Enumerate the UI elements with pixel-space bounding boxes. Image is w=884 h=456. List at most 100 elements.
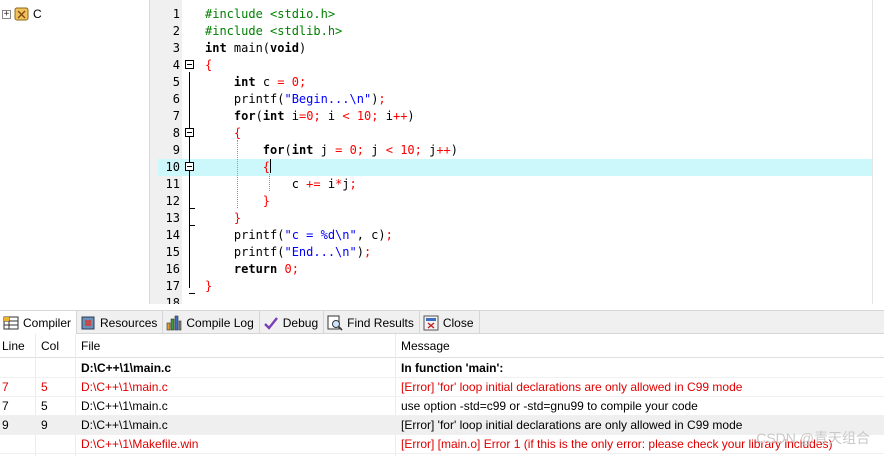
code-line[interactable]: 7 for(int i=0; i < 10; i++) xyxy=(158,108,884,125)
code-line[interactable]: 3 int main(void) xyxy=(158,40,884,57)
ide-window: + C 1 #include <stdio.h> 2 #include <stdlib… xyxy=(0,0,884,456)
code-text: int c = 0; xyxy=(233,75,307,89)
code-line[interactable]: 11 c += i*j; xyxy=(158,176,884,193)
code-text: } xyxy=(205,279,213,293)
code-text: for(int i=0; i < 10; i++) xyxy=(233,109,415,123)
project-icon xyxy=(14,7,29,21)
code-text: for(int j = 0; j < 10; j++) xyxy=(262,143,459,157)
fold-collapse-icon[interactable] xyxy=(185,60,194,69)
cell-message: In function 'main': xyxy=(401,361,504,375)
indent-guide xyxy=(237,140,238,208)
code-line[interactable]: 2 #include <stdlib.h> xyxy=(158,23,884,40)
code-editor[interactable]: 1 #include <stdio.h> 2 #include <stdlib.h> 3… xyxy=(158,0,884,304)
tab-resources[interactable]: Resources xyxy=(77,311,164,334)
line-number: 1 xyxy=(172,7,180,21)
cell-line: 7 xyxy=(2,380,9,394)
line-number: 7 xyxy=(172,109,180,123)
code-line[interactable]: 18 xyxy=(158,295,884,304)
resources-icon xyxy=(81,316,95,329)
line-number: 18 xyxy=(165,296,180,304)
indent-guide xyxy=(269,174,270,191)
code-text: #include <stdio.h> xyxy=(205,7,336,21)
cell-message: use option -std=c99 or -std=gnu99 to com… xyxy=(401,399,698,413)
cell-col: 5 xyxy=(41,399,48,413)
bottom-panel-tabs: Compiler Resources Compile Log Debug Fin… xyxy=(0,310,884,334)
find-results-icon xyxy=(327,315,343,331)
fold-end-mark xyxy=(189,293,195,294)
watermark: CSDN @青天组合 xyxy=(756,430,870,446)
code-line[interactable]: 16 return 0; xyxy=(158,261,884,278)
line-number: 2 xyxy=(172,24,180,38)
vertical-splitter[interactable] xyxy=(150,0,158,304)
code-text: } xyxy=(233,211,242,225)
line-number: 6 xyxy=(172,92,180,106)
code-line[interactable]: 1 #include <stdio.h> xyxy=(158,6,884,23)
cell-col: 9 xyxy=(41,418,48,432)
expand-plus-icon[interactable]: + xyxy=(2,9,11,19)
tab-label: Find Results xyxy=(347,315,414,330)
compiler-messages-table: Line Col File Message D:\C++\1\main.c In … xyxy=(0,334,884,456)
cell-line: 9 xyxy=(2,418,9,432)
fold-collapse-icon[interactable] xyxy=(185,128,194,137)
code-text: int main(void) xyxy=(205,41,307,55)
cell-file: D:\C++\1\Makefile.win xyxy=(81,437,199,451)
line-number: 15 xyxy=(165,245,180,259)
header-line[interactable]: Line xyxy=(2,337,25,356)
line-number: 3 xyxy=(172,41,180,55)
cell-file: D:\C++\1\main.c xyxy=(81,399,168,413)
line-number: 13 xyxy=(165,211,180,225)
table-row[interactable]: 7 5 D:\C++\1\main.c use option -std=c99 or … xyxy=(0,397,884,416)
code-text: printf("End...\n"); xyxy=(205,245,372,259)
project-tree-item[interactable]: + C xyxy=(2,6,42,22)
code-text: { xyxy=(233,126,242,140)
code-line[interactable]: 15 printf("End...\n"); xyxy=(158,244,884,261)
cell-message: [Error] 'for' loop initial declarations … xyxy=(401,380,743,394)
code-text: #include <stdlib.h> xyxy=(205,24,343,38)
tab-find-results[interactable]: Find Results xyxy=(324,311,420,334)
fold-line xyxy=(189,72,190,288)
code-line[interactable]: 10 { xyxy=(158,159,884,176)
project-tree-panel: + C xyxy=(0,0,150,304)
header-col[interactable]: Col xyxy=(41,337,59,356)
tab-debug[interactable]: Debug xyxy=(260,311,325,334)
table-row[interactable]: 9 9 D:\C++\1\main.c [Error] 'for' loop init… xyxy=(0,416,884,435)
code-text: { xyxy=(262,159,272,174)
code-line[interactable]: 12 } xyxy=(158,193,884,210)
code-text: c += i*j; xyxy=(205,177,357,191)
header-message[interactable]: Message xyxy=(401,337,450,356)
compile-log-bars-icon xyxy=(167,315,182,330)
cell-file: D:\C++\1\main.c xyxy=(81,418,168,432)
header-file[interactable]: File xyxy=(81,337,100,356)
code-line[interactable]: 9 for(int j = 0; j < 10; j++) xyxy=(158,142,884,159)
tab-compiler[interactable]: Compiler xyxy=(0,311,78,334)
code-line[interactable]: 5 int c = 0; xyxy=(158,74,884,91)
line-number: 4 xyxy=(172,58,180,72)
line-number: 8 xyxy=(172,126,180,140)
fold-end-mark xyxy=(189,208,195,209)
tab-label: Resources xyxy=(100,315,158,330)
code-line[interactable]: 17} xyxy=(158,278,884,295)
editor-vertical-scrollbar[interactable] xyxy=(872,0,884,304)
code-line[interactable]: 8 { xyxy=(158,125,884,142)
tab-compile-log[interactable]: Compile Log xyxy=(163,311,260,334)
code-line[interactable]: 14 printf("c = %d\n", c); xyxy=(158,227,884,244)
code-line[interactable]: 13 } xyxy=(158,210,884,227)
tab-close[interactable]: Close xyxy=(420,311,480,334)
table-row[interactable]: D:\C++\1\main.c In function 'main': xyxy=(0,359,884,378)
line-number: 9 xyxy=(172,143,180,157)
project-name: C xyxy=(33,7,42,21)
code-line[interactable]: 4{ xyxy=(158,57,884,74)
compiler-grid-icon xyxy=(3,316,19,329)
table-row[interactable]: 7 5 D:\C++\1\main.c [Error] 'for' loop init… xyxy=(0,378,884,397)
line-number: 14 xyxy=(165,228,180,242)
fold-collapse-icon[interactable] xyxy=(185,162,194,171)
tab-label: Debug xyxy=(282,315,319,330)
code-text: return 0; xyxy=(233,262,299,276)
line-number: 11 xyxy=(165,177,180,191)
table-row[interactable]: D:\C++\1\Makefile.win [Error] [main.o] Er… xyxy=(0,435,884,454)
code-text: { xyxy=(205,58,213,72)
line-number: 17 xyxy=(165,279,180,293)
code-text: printf("c = %d\n", c); xyxy=(205,228,393,242)
tab-label: Close xyxy=(442,315,474,330)
code-line[interactable]: 6 printf("Begin...\n"); xyxy=(158,91,884,108)
